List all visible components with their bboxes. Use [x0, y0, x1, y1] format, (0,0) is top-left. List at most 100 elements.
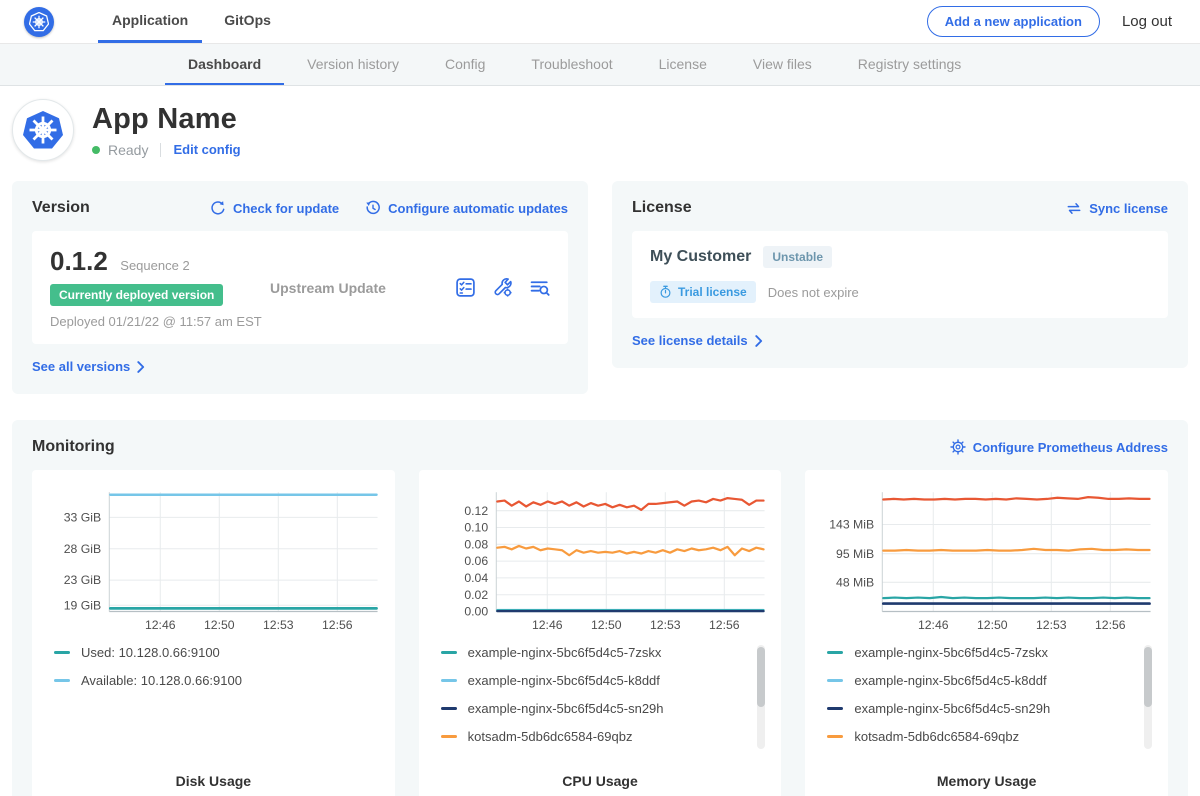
subnav-tab-troubleshoot[interactable]: Troubleshoot	[508, 44, 635, 85]
legend-dash-icon	[441, 651, 457, 654]
sync-arrows-icon	[1066, 201, 1082, 216]
sync-license-link[interactable]: Sync license	[1066, 201, 1168, 216]
version-card-title: Version	[32, 199, 90, 217]
svg-text:12:50: 12:50	[591, 618, 622, 632]
svg-text:0.12: 0.12	[464, 504, 488, 518]
version-number: 0.1.2	[50, 246, 108, 276]
config-wrench-icon[interactable]	[492, 277, 513, 298]
legend-dash-icon	[54, 651, 70, 654]
license-card-title: License	[632, 199, 692, 217]
svg-text:48 MiB: 48 MiB	[836, 575, 874, 589]
customer-name: My Customer	[650, 248, 751, 266]
svg-text:12:53: 12:53	[650, 618, 681, 632]
legend-label: Available: 10.128.0.66:9100	[81, 673, 242, 688]
app-subnav: Dashboard Version history Config Trouble…	[0, 44, 1200, 86]
ready-status-dot	[92, 146, 100, 154]
svg-text:12:53: 12:53	[263, 618, 294, 632]
svg-text:0.06: 0.06	[464, 554, 488, 568]
subnav-tab-config[interactable]: Config	[422, 44, 508, 85]
svg-text:0.10: 0.10	[464, 521, 488, 535]
see-all-versions-label: See all versions	[32, 359, 130, 374]
configure-automatic-updates-link[interactable]: Configure automatic updates	[365, 200, 568, 216]
diff-view-icon[interactable]	[529, 277, 550, 298]
legend-label: example-nginx-5bc6f5d4c5-k8ddf	[854, 673, 1046, 688]
legend-label: Used: 10.128.0.66:9100	[81, 645, 220, 660]
svg-text:12:56: 12:56	[322, 618, 353, 632]
see-license-details-label: See license details	[632, 333, 748, 348]
legend-scrollbar-thumb[interactable]	[1144, 647, 1152, 707]
check-for-update-label: Check for update	[233, 201, 339, 216]
legend-item: Used: 10.128.0.66:9100	[54, 645, 379, 660]
legend-dash-icon	[441, 735, 457, 738]
cpu-usage-title: CPU Usage	[431, 773, 770, 789]
version-sequence: Sequence 2	[120, 258, 189, 273]
app-header: App Name Ready Edit config	[0, 86, 1200, 177]
svg-text:0.08: 0.08	[464, 537, 488, 551]
tab-gitops[interactable]: GitOps	[210, 0, 285, 43]
check-for-update-link[interactable]: Check for update	[210, 200, 339, 216]
gear-icon	[950, 439, 966, 455]
configure-prometheus-label: Configure Prometheus Address	[973, 440, 1168, 455]
svg-text:12:46: 12:46	[145, 618, 176, 632]
see-license-details-link[interactable]: See license details	[632, 333, 763, 348]
svg-text:12:46: 12:46	[918, 618, 949, 632]
legend-dash-icon	[441, 679, 457, 682]
page-title: App Name	[92, 103, 241, 136]
subnav-tab-dashboard[interactable]: Dashboard	[165, 44, 284, 85]
channel-badge: Unstable	[763, 246, 832, 268]
legend-scrollbar-thumb[interactable]	[757, 647, 765, 707]
legend-dash-icon	[54, 679, 70, 682]
clock-refresh-icon	[365, 200, 381, 216]
memory-usage-chart-card: 12:4612:5012:5312:56143 MiB95 MiB48 MiB …	[805, 470, 1168, 796]
version-card: Version Check for update Configure au	[12, 181, 588, 394]
memory-usage-chart: 12:4612:5012:5312:56143 MiB95 MiB48 MiB	[817, 482, 1156, 635]
legend-dash-icon	[827, 679, 843, 682]
tab-application-label: Application	[112, 12, 188, 28]
svg-text:143 MiB: 143 MiB	[830, 518, 875, 532]
cpu-usage-chart: 12:4612:5012:5312:560.120.100.080.060.04…	[431, 482, 770, 635]
disk-usage-title: Disk Usage	[44, 773, 383, 789]
see-all-versions-link[interactable]: See all versions	[32, 359, 145, 374]
legend-label: example-nginx-5bc6f5d4c5-7zskx	[854, 645, 1048, 660]
top-navbar: Application GitOps Add a new application…	[0, 0, 1200, 44]
svg-text:12:53: 12:53	[1036, 618, 1067, 632]
svg-text:12:46: 12:46	[532, 618, 563, 632]
legend-item: kotsadm-5db6dc6584-69qbz	[441, 729, 766, 744]
tab-application[interactable]: Application	[98, 0, 202, 43]
subnav-tab-registry-settings[interactable]: Registry settings	[835, 44, 984, 85]
svg-text:0.02: 0.02	[464, 588, 488, 602]
legend-item: Available: 10.128.0.66:9100	[54, 673, 379, 688]
svg-text:12:50: 12:50	[204, 618, 235, 632]
subnav-tab-license[interactable]: License	[636, 44, 730, 85]
legend-label: example-nginx-5bc6f5d4c5-sn29h	[854, 701, 1050, 716]
top-tabs: Application GitOps	[98, 0, 285, 43]
preflight-checks-icon[interactable]	[455, 277, 476, 298]
disk-usage-chart: 12:4612:5012:5312:5633 GiB28 GiB23 GiB19…	[44, 482, 383, 635]
license-card: License Sync license My Customer Unstabl…	[612, 181, 1188, 368]
subnav-tab-version-history[interactable]: Version history	[284, 44, 422, 85]
trial-license-label: Trial license	[678, 285, 747, 299]
edit-config-link[interactable]: Edit config	[173, 142, 240, 157]
kubernetes-logo-icon[interactable]	[24, 7, 54, 37]
logout-link[interactable]: Log out	[1122, 13, 1172, 30]
svg-text:12:56: 12:56	[1095, 618, 1126, 632]
configure-prometheus-link[interactable]: Configure Prometheus Address	[950, 439, 1168, 455]
deployed-badge: Currently deployed version	[50, 284, 223, 306]
disk-usage-legend: Used: 10.128.0.66:9100 Available: 10.128.…	[54, 645, 379, 763]
svg-text:12:50: 12:50	[977, 618, 1008, 632]
legend-scrollbar[interactable]	[1144, 645, 1152, 749]
legend-label: example-nginx-5bc6f5d4c5-k8ddf	[468, 673, 660, 688]
legend-dash-icon	[827, 735, 843, 738]
legend-label: kotsadm-5db6dc6584-69qbz	[468, 729, 633, 744]
cpu-usage-chart-card: 12:4612:5012:5312:560.120.100.080.060.04…	[419, 470, 782, 796]
trial-license-badge: Trial license	[650, 281, 756, 303]
legend-label: example-nginx-5bc6f5d4c5-7zskx	[468, 645, 662, 660]
add-application-button[interactable]: Add a new application	[927, 6, 1100, 37]
cpu-usage-legend: example-nginx-5bc6f5d4c5-7zskx example-ng…	[441, 645, 766, 763]
legend-dash-icon	[827, 707, 843, 710]
svg-text:23 GiB: 23 GiB	[64, 573, 101, 587]
memory-usage-legend: example-nginx-5bc6f5d4c5-7zskx example-ng…	[827, 645, 1152, 763]
subnav-tab-view-files[interactable]: View files	[730, 44, 835, 85]
legend-scrollbar[interactable]	[757, 645, 765, 749]
legend-dash-icon	[441, 707, 457, 710]
